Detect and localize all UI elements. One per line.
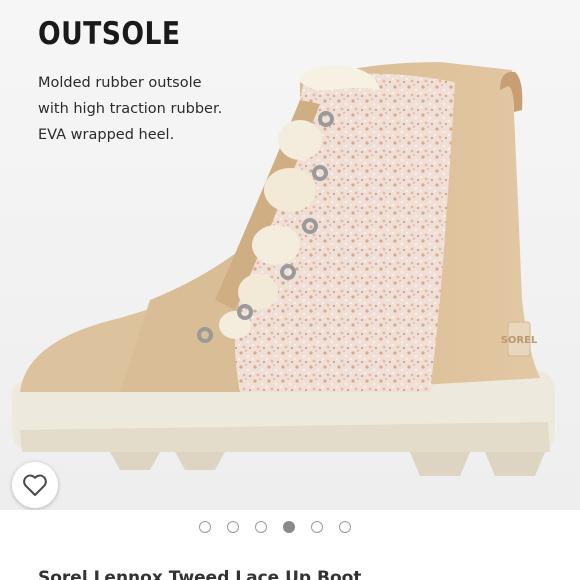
carousel-indicators bbox=[0, 521, 580, 535]
gallery-slide[interactable]: OUTSOLE Molded rubber outsole with high … bbox=[0, 0, 580, 510]
boot-image: SOREL bbox=[11, 62, 555, 476]
carousel-dot-1[interactable] bbox=[199, 521, 211, 533]
heart-outline-icon bbox=[23, 474, 47, 496]
product-gallery: OUTSOLE Molded rubber outsole with high … bbox=[0, 0, 580, 580]
carousel-dot-3[interactable] bbox=[255, 521, 267, 533]
carousel-dot-4[interactable] bbox=[283, 521, 295, 533]
carousel-dot-6[interactable] bbox=[339, 521, 351, 533]
listing-title: Sorel Lennox Tweed Lace Up Boot bbox=[38, 568, 362, 580]
carousel-dot-2[interactable] bbox=[227, 521, 239, 533]
carousel-dot-5[interactable] bbox=[311, 521, 323, 533]
brand-tag-text: SOREL bbox=[501, 335, 538, 346]
like-button[interactable] bbox=[12, 462, 58, 508]
